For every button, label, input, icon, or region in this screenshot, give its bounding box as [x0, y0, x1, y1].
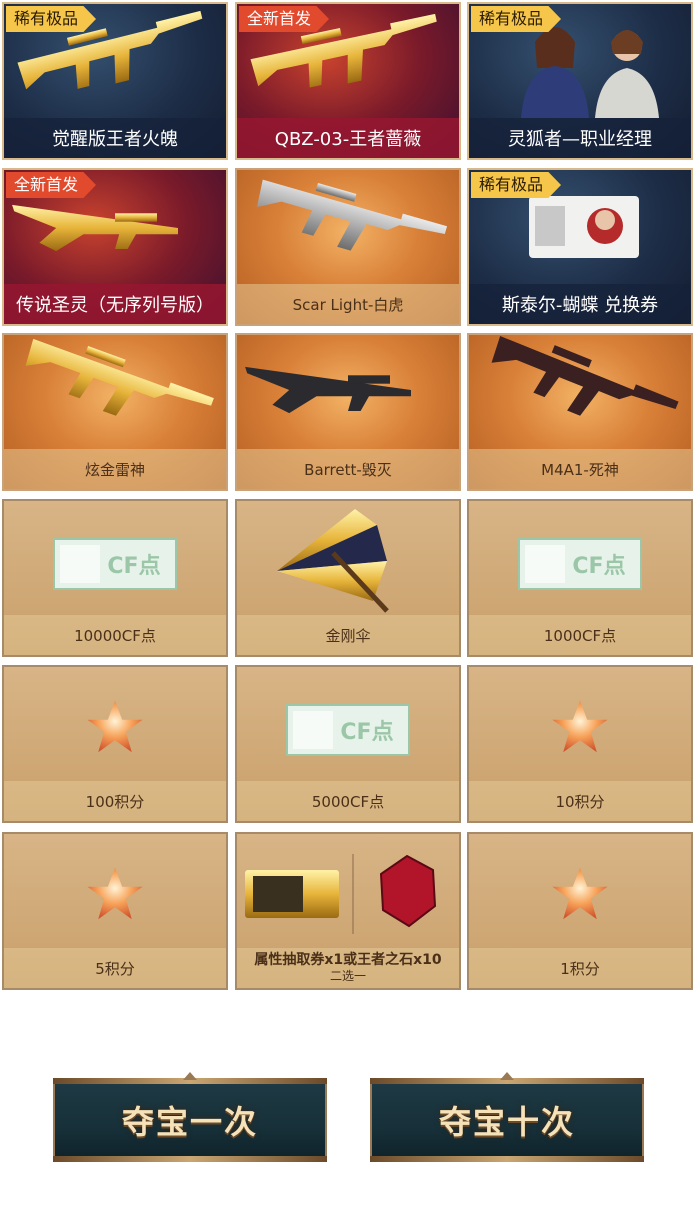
prize-label: 灵狐者—职业经理 — [469, 118, 691, 158]
prize-card[interactable]: Barrett-毁灭 — [235, 333, 461, 491]
prize-label: 属性抽取券x1或王者之石x10 二选一 — [237, 948, 459, 988]
prize-card[interactable]: 全新首发 QBZ-03-王者蔷薇 — [235, 2, 461, 160]
draw-once-label: 夺宝一次 — [121, 1103, 258, 1141]
cf-label: CF点 — [572, 553, 625, 579]
rifle-icon — [250, 170, 449, 275]
sniper-icon — [245, 366, 411, 414]
prize-card[interactable]: 稀有极品 觉醒版王者火魄 — [2, 2, 228, 160]
cf-label: CF点 — [107, 553, 160, 579]
prize-label: M4A1-死神 — [469, 449, 691, 489]
prize-label: Barrett-毁灭 — [237, 449, 459, 489]
prize-card[interactable]: 炫金雷神 — [2, 333, 228, 491]
cf-points-icon: CF点 — [53, 538, 177, 590]
rare-badge: 稀有极品 — [471, 6, 562, 32]
rifle-icon — [483, 335, 681, 448]
prize-label: 1积分 — [469, 948, 691, 988]
prize-card[interactable]: 金刚伞 — [235, 499, 461, 657]
rare-badge: 稀有极品 — [471, 172, 562, 198]
prize-card[interactable]: 属性抽取券x1或王者之石x10 二选一 — [235, 832, 461, 990]
prize-card[interactable]: 100积分 — [2, 665, 228, 823]
prize-label: 10积分 — [469, 781, 691, 821]
new-badge: 全新首发 — [6, 172, 97, 198]
prize-card[interactable]: 全新首发 传说圣灵（无序列号版） — [2, 168, 228, 326]
star-icon — [552, 867, 608, 920]
prize-card[interactable]: 5积分 — [2, 832, 228, 990]
prize-label: Scar Light-白虎 — [237, 284, 459, 324]
prize-label: 5000CF点 — [237, 781, 459, 821]
cf-points-icon: CF点 — [286, 704, 410, 756]
prize-label: 1000CF点 — [469, 615, 691, 655]
ticket-and-gem-icon — [245, 854, 437, 934]
rare-badge: 稀有极品 — [6, 6, 97, 32]
prize-label: 斯泰尔-蝴蝶 兑换券 — [469, 284, 691, 324]
prize-label: 5积分 — [4, 948, 226, 988]
cf-points-icon: CF点 — [518, 538, 642, 590]
prize-label: 觉醒版王者火魄 — [4, 118, 226, 158]
prize-label: 金刚伞 — [237, 615, 459, 655]
prize-card[interactable]: CF点 1000CF点 — [467, 499, 693, 657]
star-icon — [87, 700, 143, 753]
prize-label: 100积分 — [4, 781, 226, 821]
button-ornament — [500, 1072, 514, 1080]
prize-card[interactable]: CF点 5000CF点 — [235, 665, 461, 823]
prize-sub: 二选一 — [329, 969, 366, 983]
new-badge: 全新首发 — [239, 6, 330, 32]
draw-once-button[interactable]: 夺宝一次 — [53, 1072, 327, 1162]
star-icon — [87, 867, 143, 920]
draw-ten-label: 夺宝十次 — [438, 1103, 575, 1141]
umbrella-icon — [277, 509, 389, 613]
prize-label: 炫金雷神 — [4, 449, 226, 489]
button-ornament — [183, 1072, 197, 1080]
rifle-icon — [18, 335, 216, 446]
prize-label: 传说圣灵（无序列号版） — [4, 284, 226, 324]
prize-card[interactable]: 10积分 — [467, 665, 693, 823]
prize-card[interactable]: 1积分 — [467, 832, 693, 990]
draw-ten-button[interactable]: 夺宝十次 — [370, 1072, 644, 1162]
prize-name: 属性抽取券x1或王者之石x10 — [254, 952, 442, 968]
prize-card[interactable]: 稀有极品 斯泰尔-蝴蝶 兑换券 — [467, 168, 693, 326]
cf-label: CF点 — [340, 719, 393, 745]
prize-card[interactable]: CF点 10000CF点 — [2, 499, 228, 657]
prize-label: QBZ-03-王者蔷薇 — [237, 118, 459, 158]
star-icon — [552, 700, 608, 753]
prize-card[interactable]: M4A1-死神 — [467, 333, 693, 491]
prize-label: 10000CF点 — [4, 615, 226, 655]
prize-card[interactable]: 稀有极品 灵狐者—职业经理 — [467, 2, 693, 160]
prize-card[interactable]: Scar Light-白虎 — [235, 168, 461, 326]
